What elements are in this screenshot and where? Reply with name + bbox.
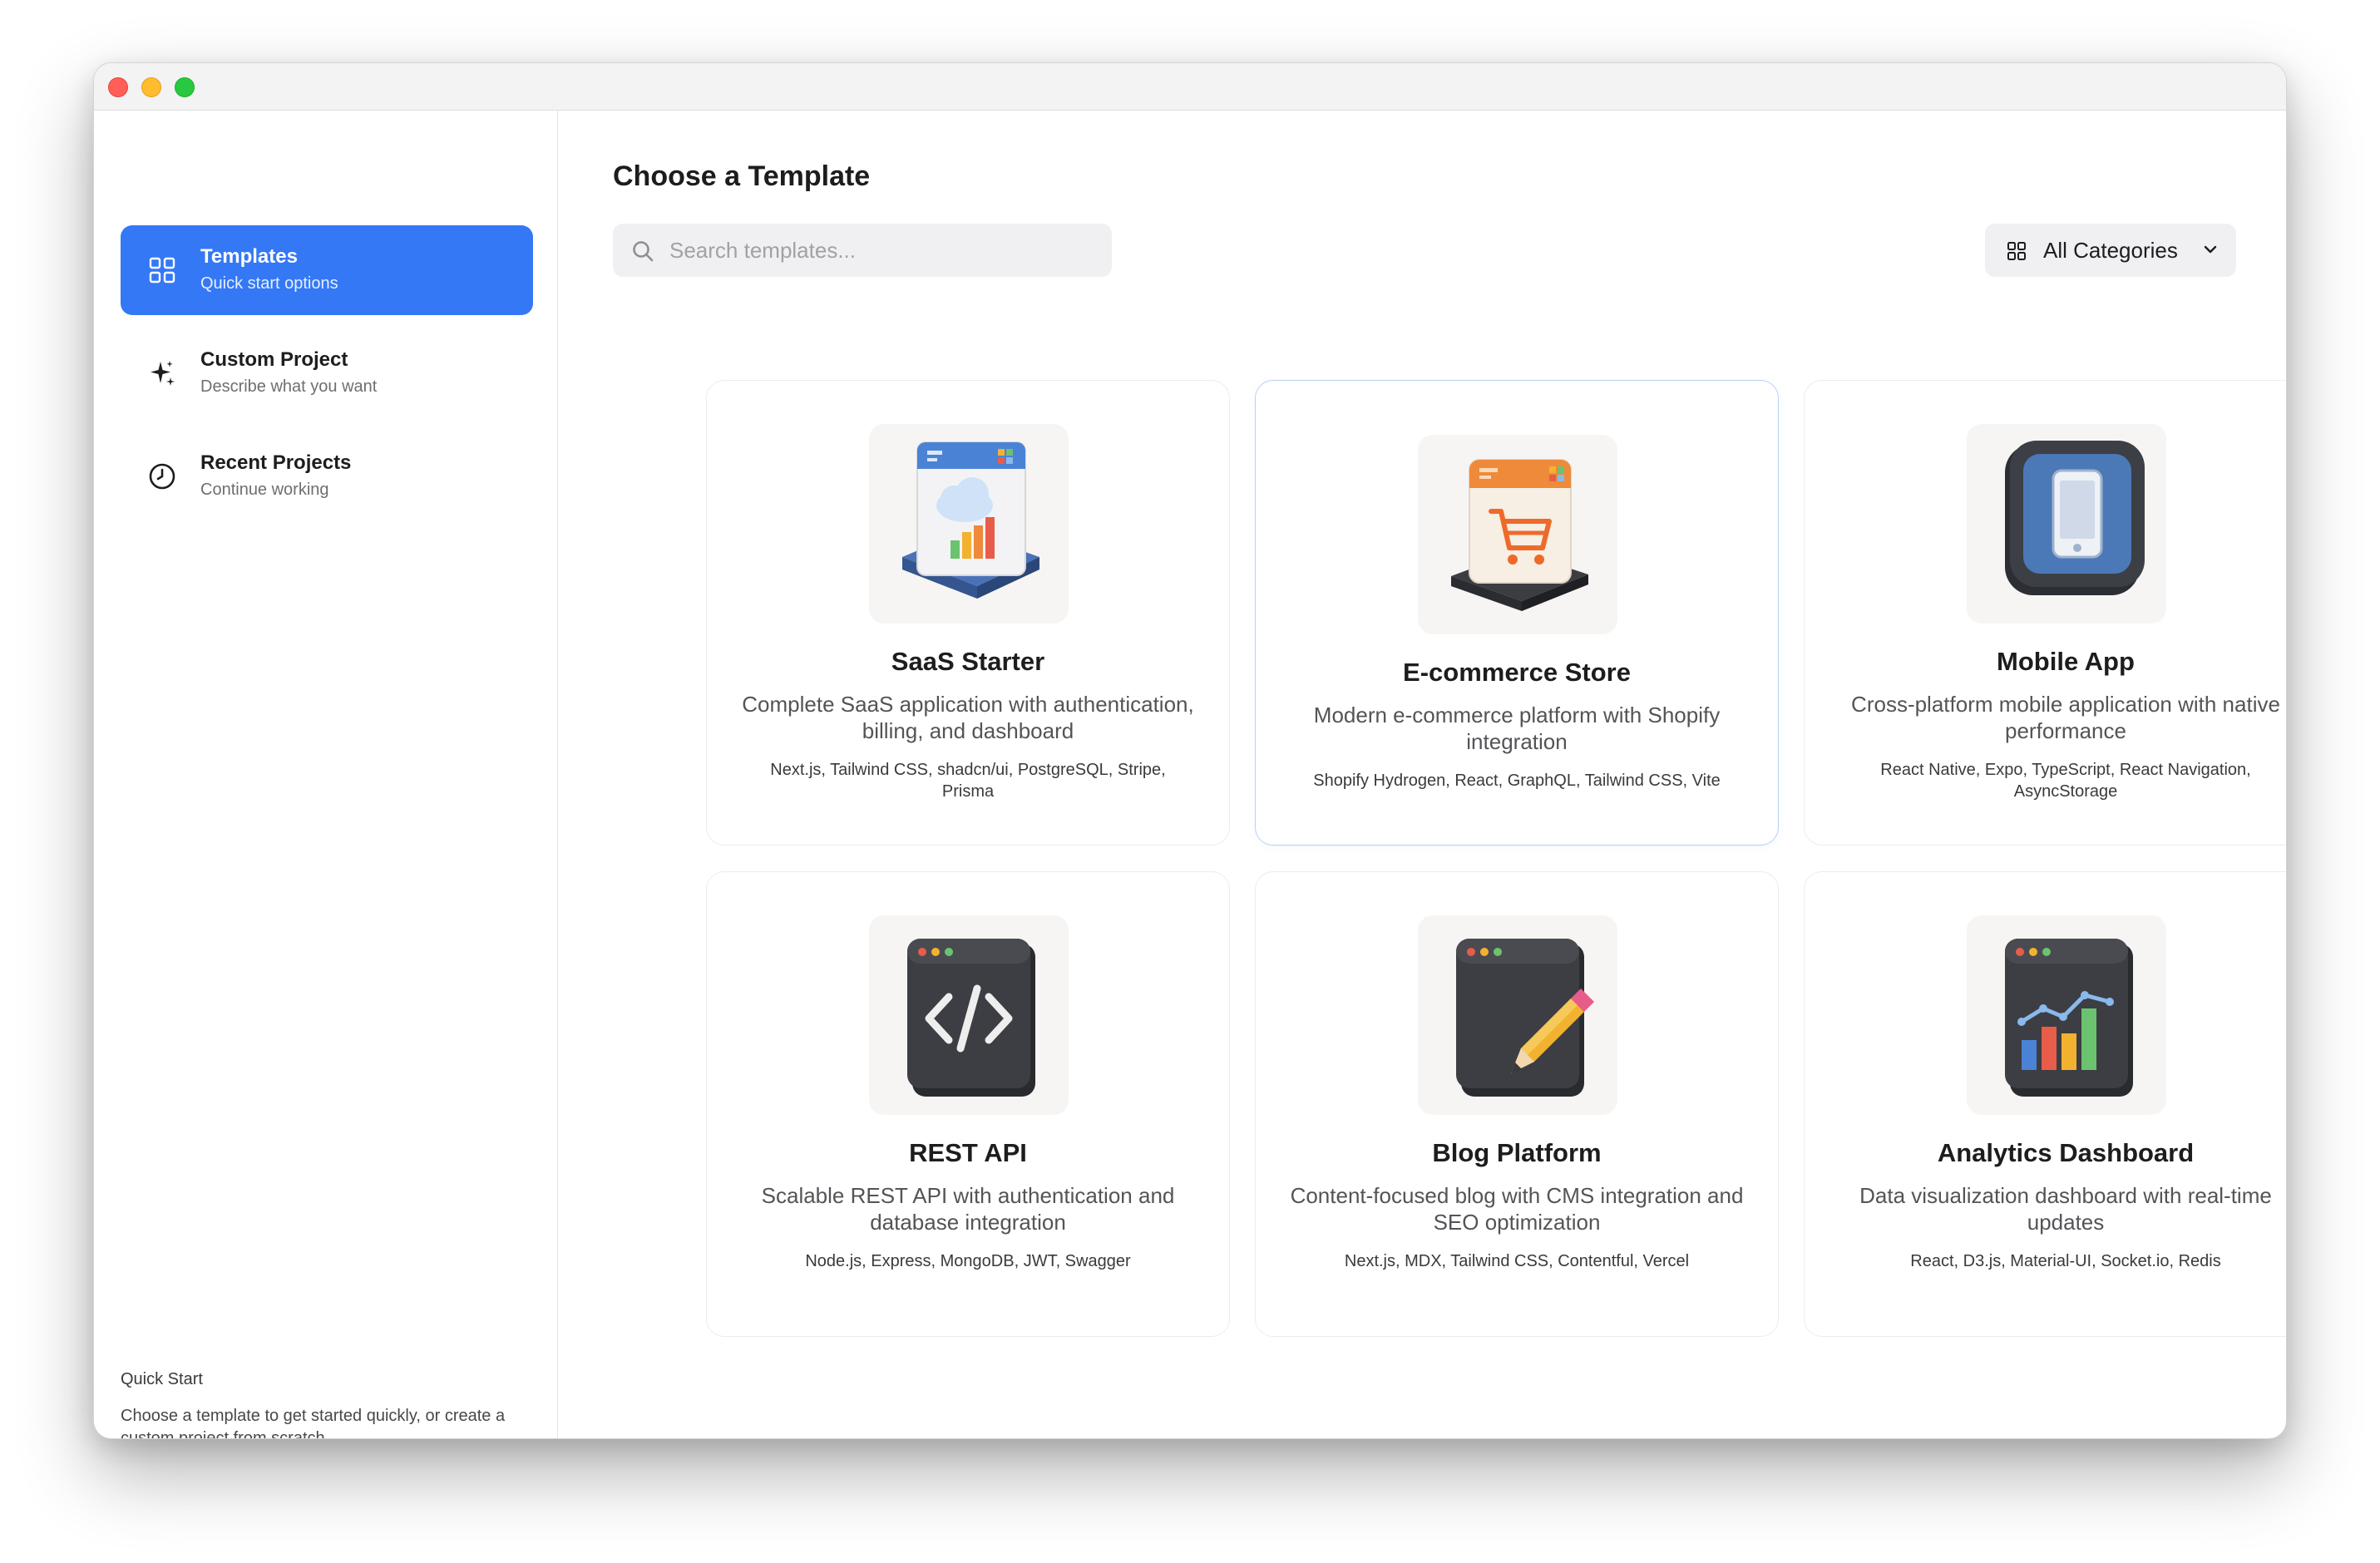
category-dropdown[interactable]: All Categories [1985, 224, 2236, 277]
shopping-cart-icon [1451, 459, 1588, 611]
grid-icon [2007, 242, 2026, 260]
card-tech-stack: Next.js, MDX, Tailwind CSS, Contentful, … [1344, 1252, 1690, 1270]
chevron-down-icon [2204, 245, 2217, 254]
sidebar-item-custom-project[interactable]: Custom Project Describe what you want [121, 328, 533, 418]
card-illustration [1418, 915, 1617, 1115]
card-title: Analytics Dashboard [1937, 1138, 2195, 1167]
card-tech-stack: Node.js, Express, MongoDB, JWT, Swagger [805, 1252, 1131, 1270]
card-illustration [869, 915, 1069, 1115]
card-tech-stack: Shopify Hydrogen, React, GraphQL, Tailwi… [1313, 772, 1721, 790]
sidebar-item-recent-projects[interactable]: Recent Projects Continue working [121, 431, 533, 521]
template-card-ecommerce-store[interactable]: E-commerce Store Modern e-commerce platf… [1255, 380, 1779, 846]
card-tech-stack: Next.js, Tailwind CSS, shadcn/ui, Postgr… [770, 761, 1166, 801]
card-title: REST API [909, 1138, 1027, 1167]
saas-cloud-icon [902, 441, 1039, 599]
sidebar-item-subtitle: Describe what you want [200, 377, 378, 396]
card-title: Blog Platform [1432, 1138, 1602, 1167]
sidebar: Templates Quick start options Custom Pro… [94, 111, 558, 1438]
title-bar [94, 63, 2286, 111]
template-card-mobile-app[interactable]: Mobile App Cross-platform mobile applica… [1804, 380, 2286, 846]
card-description: Content-focused blog with CMS integratio… [1290, 1183, 1744, 1235]
template-card-blog-platform[interactable]: Blog Platform Content-focused blog with … [1255, 871, 1779, 1337]
minimize-window-button[interactable] [141, 77, 161, 97]
card-description: Cross-platform mobile application with n… [1851, 692, 2280, 743]
quick-start-text: Choose a template to get started quickly… [121, 1407, 506, 1439]
card-illustration [1967, 424, 2166, 624]
sidebar-item-subtitle: Continue working [200, 481, 329, 499]
mobile-phone-icon [2005, 441, 2145, 595]
sidebar-item-title: Recent Projects [200, 451, 352, 474]
category-dropdown-label: All Categories [2043, 238, 2178, 263]
template-card-rest-api[interactable]: REST API Scalable REST API with authenti… [706, 871, 1230, 1337]
sidebar-item-title: Templates [200, 245, 298, 268]
template-card-saas-starter[interactable]: SaaS Starter Complete SaaS application w… [706, 380, 1230, 846]
main-content: Choose a Template All Categories [558, 111, 2286, 1438]
close-window-button[interactable] [108, 77, 128, 97]
sidebar-item-subtitle: Quick start options [200, 274, 338, 293]
card-title: SaaS Starter [891, 647, 1045, 676]
search-input[interactable] [669, 224, 1094, 277]
card-description: Data visualization dashboard with real-t… [1859, 1183, 2272, 1235]
sparkle-icon [151, 361, 175, 386]
quick-start-heading: Quick Start [121, 1370, 203, 1388]
card-illustration [1418, 435, 1617, 634]
card-description: Complete SaaS application with authentic… [742, 692, 1194, 743]
card-tech-stack: React, D3.js, Material-UI, Socket.io, Re… [1910, 1252, 2221, 1270]
card-illustration [1967, 915, 2166, 1115]
sidebar-item-templates[interactable]: Templates Quick start options [121, 225, 533, 315]
card-title: Mobile App [1997, 647, 2135, 676]
card-description: Scalable REST API with authentication an… [761, 1183, 1175, 1235]
pencil-icon [1456, 939, 1594, 1097]
card-tech-stack: React Native, Expo, TypeScript, React Na… [1880, 761, 2251, 801]
page-title: Choose a Template [613, 160, 871, 192]
code-brackets-icon [907, 939, 1035, 1097]
template-card-analytics-dashboard[interactable]: Analytics Dashboard Data visualization d… [1804, 871, 2286, 1337]
app-window: Templates Quick start options Custom Pro… [93, 62, 2287, 1439]
search-box[interactable] [613, 224, 1112, 277]
sidebar-item-title: Custom Project [200, 348, 348, 371]
card-illustration [869, 424, 1069, 624]
card-title: E-commerce Store [1403, 658, 1631, 687]
zoom-window-button[interactable] [175, 77, 195, 97]
clock-icon [149, 463, 175, 490]
bar-chart-icon [2005, 939, 2133, 1097]
grid-icon [149, 257, 175, 284]
search-icon [633, 241, 654, 262]
card-description: Modern e-commerce platform with Shopify … [1313, 703, 1721, 754]
